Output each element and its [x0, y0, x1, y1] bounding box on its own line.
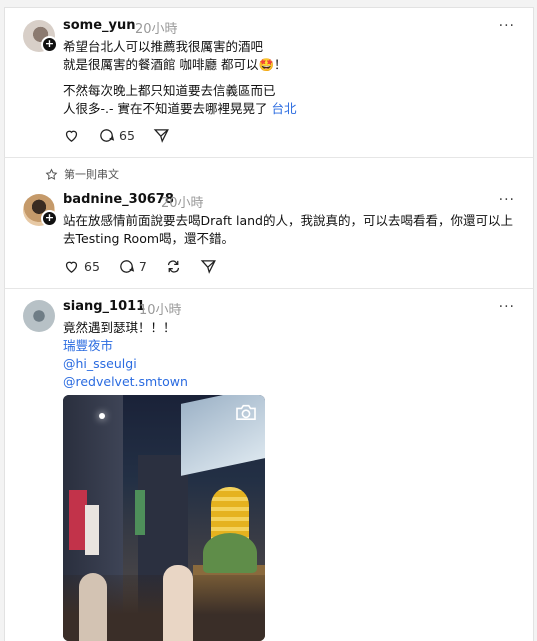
like-count: 65	[84, 259, 100, 274]
post-text: 人很多-.- 實在不知道要去哪裡晃晃了	[63, 101, 268, 116]
mention-link[interactable]: @redvelvet.smtown	[63, 373, 188, 391]
follow-plus-icon[interactable]: +	[41, 210, 58, 227]
post-text-line: 人很多-.- 實在不知道要去哪裡晃晃了 台北	[63, 100, 296, 118]
share-button[interactable]	[153, 127, 170, 144]
location-link[interactable]: 瑞豐夜市	[63, 337, 113, 355]
repost-icon	[167, 260, 179, 273]
photo-lamp	[99, 413, 105, 419]
topic-tag[interactable]: 台北	[271, 101, 296, 116]
more-options-icon[interactable]: ···	[499, 192, 515, 208]
thread-label-text: 第一則串文	[64, 168, 119, 181]
share-icon	[153, 129, 169, 143]
username[interactable]: badnine_30678	[63, 192, 174, 207]
star-icon	[45, 168, 58, 180]
post-text-line: 站在放感情前面說要去喝Draft land的人，我說真的，可以去喝看看，你還可以…	[63, 213, 513, 228]
post-card-2: 第一則串文 + badnine_30678 20小時 ··· 站在放感情前面說要…	[4, 157, 534, 288]
post-actions: 65 7	[63, 258, 235, 275]
thread-label: 第一則串文	[45, 166, 119, 182]
like-button[interactable]	[63, 127, 80, 144]
photo-sign	[135, 490, 145, 535]
photo-person	[79, 573, 107, 641]
more-options-icon[interactable]: ···	[499, 18, 515, 34]
post-text-line: 去Testing Room喝，還不錯。	[63, 231, 235, 246]
heart-icon	[65, 130, 78, 142]
post-text-line: 不然每次晚上都只知道要去信義區而已	[63, 83, 276, 98]
mention-link[interactable]: @hi_sseulgi	[63, 355, 137, 373]
photo-person	[163, 565, 193, 641]
post-text-line: 希望台北人可以推薦我很厲害的酒吧	[63, 39, 264, 54]
reply-count: 7	[138, 259, 147, 274]
comment-icon	[120, 260, 135, 273]
more-options-icon[interactable]: ···	[499, 299, 515, 315]
post-actions: 65	[63, 127, 188, 144]
repost-button[interactable]	[165, 258, 182, 275]
post-time: 20小時	[135, 22, 178, 37]
photo-leaf	[203, 533, 257, 573]
post-card-1: + some_yun 20小時 ··· 希望台北人可以推薦我很厲害的酒吧 就是很…	[4, 7, 534, 157]
like-button[interactable]: 65	[63, 258, 100, 275]
share-button[interactable]	[200, 258, 217, 275]
follow-plus-icon[interactable]: +	[41, 36, 58, 53]
post-photo[interactable]	[63, 395, 265, 641]
camera-icon[interactable]	[235, 403, 257, 421]
post-card-3: siang_1011 10小時 ··· 竟然遇到瑟琪！！！ 瑞豐夜市 @hi_s…	[4, 288, 534, 641]
comment-icon	[100, 129, 115, 142]
reply-count: 65	[119, 128, 135, 143]
post-time: 10小時	[139, 303, 182, 318]
reply-button[interactable]: 7	[118, 258, 147, 275]
reply-button[interactable]: 65	[98, 127, 135, 144]
avatar[interactable]	[23, 300, 55, 332]
share-icon	[200, 260, 216, 274]
username[interactable]: some_yun	[63, 18, 136, 33]
photo-sign	[85, 505, 99, 555]
post-text-line: 就是很厲害的餐酒館 咖啡廳 都可以🤩！	[63, 57, 287, 72]
post-time: 20小時	[161, 196, 204, 211]
post-text-line: 竟然遇到瑟琪！！！	[63, 320, 176, 335]
heart-icon	[65, 261, 78, 273]
username[interactable]: siang_1011	[63, 299, 145, 314]
